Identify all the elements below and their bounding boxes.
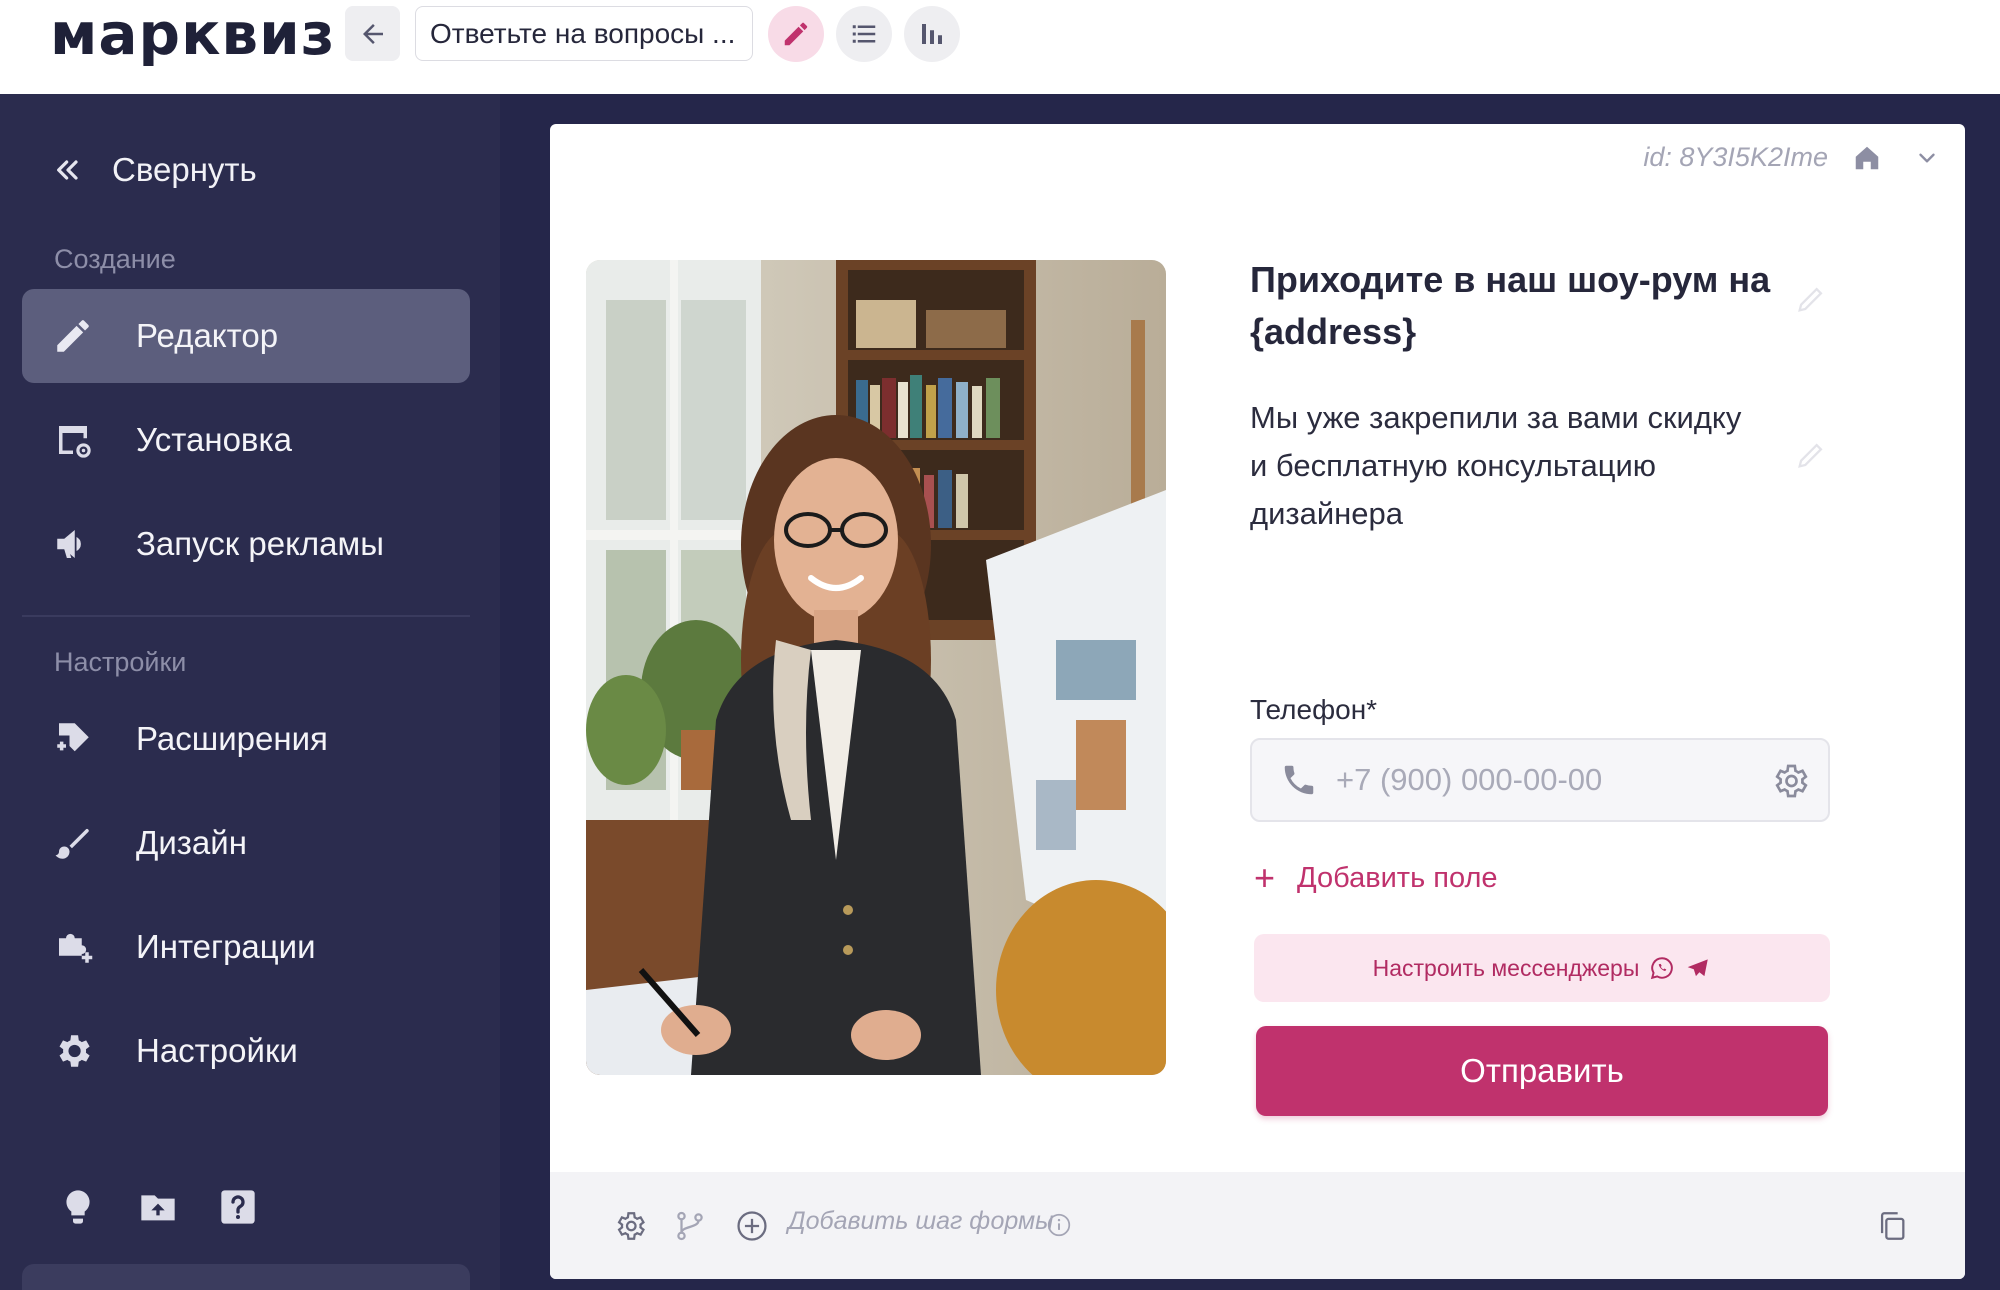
- tips-button[interactable]: [53, 1182, 103, 1232]
- phone-icon: [1284, 765, 1314, 795]
- gear-icon: [617, 1212, 645, 1240]
- add-form-step-label[interactable]: Добавить шаг формы: [788, 1207, 1054, 1236]
- collapse-sidebar-button[interactable]: Свернуть: [52, 142, 257, 198]
- form-title[interactable]: Приходите в наш шоу-рум на {address}: [1250, 254, 1810, 358]
- pencil-icon: [784, 22, 808, 46]
- edit-title-button[interactable]: [1792, 280, 1830, 318]
- sidebar-divider: [22, 615, 470, 617]
- megaphone-icon: [57, 530, 81, 558]
- gear-icon: [59, 1035, 90, 1067]
- section-create-heading: Создание: [54, 244, 176, 274]
- home-icon: [1855, 146, 1879, 170]
- section-settings-heading: Настройки: [54, 647, 187, 677]
- statistics-button[interactable]: [904, 6, 960, 62]
- phone-label: Телефон*: [1250, 694, 1378, 725]
- phone-field[interactable]: [1250, 738, 1830, 822]
- sidebar-item-label: Установка: [136, 421, 292, 458]
- back-button[interactable]: [345, 6, 400, 61]
- sidebar-item-install[interactable]: Установка: [22, 393, 470, 487]
- sidebar-item-integrations[interactable]: Интеграции: [22, 900, 470, 994]
- plus-icon: +: [1254, 857, 1276, 898]
- sidebar-item-settings[interactable]: Настройки: [22, 1004, 470, 1098]
- upload-folder-button[interactable]: [133, 1182, 183, 1232]
- sidebar: Свернуть Создание Редактор Установка Зап…: [0, 94, 500, 1290]
- telegram-icon: [1688, 959, 1709, 977]
- sidebar-item-label: Редактор: [136, 317, 279, 354]
- help-icon: [221, 1190, 255, 1224]
- top-bar: марквиз Ответьте на вопросы ...: [0, 0, 2000, 94]
- add-form-step-button[interactable]: [732, 1206, 772, 1246]
- app-logo[interactable]: марквиз: [50, 2, 335, 66]
- setup-messengers-button[interactable]: Настроить мессенджеры: [1254, 934, 1830, 1002]
- brush-icon: [55, 829, 89, 859]
- help-button[interactable]: [213, 1182, 263, 1232]
- whatsapp-icon: [1651, 957, 1674, 980]
- info-icon[interactable]: [1044, 1210, 1074, 1240]
- sidebar-item-extensions[interactable]: Расширения: [22, 692, 470, 786]
- start-page-button[interactable]: [1847, 138, 1887, 178]
- editor-mode-button[interactable]: [768, 6, 824, 62]
- sidebar-item-editor[interactable]: Редактор: [22, 289, 470, 383]
- sidebar-item-design[interactable]: Дизайн: [22, 796, 470, 890]
- step-id: id: 8Y3I5K2Ime: [1643, 142, 1828, 172]
- add-field-button[interactable]: + Добавить поле: [1254, 860, 1498, 896]
- setup-messengers-label: Настроить мессенджеры: [1372, 954, 1640, 981]
- sidebar-item-label: Расширения: [136, 720, 328, 757]
- add-field-label: Добавить поле: [1297, 861, 1498, 894]
- form-step-card: id: 8Y3I5K2Ime Приходите в наш шоу-рум н…: [550, 124, 1965, 1279]
- card-footer: Добавить шаг формы: [550, 1172, 1965, 1279]
- branch-icon: [677, 1211, 703, 1241]
- lightbulb-icon: [66, 1190, 90, 1224]
- sidebar-item-label: Дизайн: [136, 824, 247, 861]
- bar-chart-icon: [922, 24, 942, 44]
- sidebar-item-label: Настройки: [136, 1032, 298, 1069]
- submit-label: Отправить: [1460, 1052, 1624, 1089]
- arrow-left-icon: [362, 23, 383, 44]
- phone-field-settings-button[interactable]: [1770, 761, 1810, 801]
- expand-card-button[interactable]: [1907, 138, 1947, 178]
- quiz-title-field[interactable]: Ответьте на вопросы ...: [415, 6, 753, 61]
- folder-upload-icon: [141, 1195, 175, 1221]
- branching-logic-button[interactable]: [670, 1206, 710, 1246]
- form-description[interactable]: Мы уже закрепили за вами скидку и беспла…: [1250, 394, 1750, 538]
- designer-photo[interactable]: [586, 260, 1166, 1075]
- collapse-label: Свернуть: [112, 151, 257, 188]
- sidebar-bottom-panel[interactable]: [22, 1264, 470, 1290]
- tag-plus-icon: [57, 723, 89, 752]
- sidebar-item-label: Интеграции: [136, 928, 316, 965]
- edit-description-button[interactable]: [1792, 436, 1830, 474]
- double-chevron-left-icon: [57, 160, 78, 180]
- add-circle-icon: [737, 1211, 767, 1241]
- submit-button[interactable]: Отправить: [1256, 1026, 1828, 1116]
- designer-photo-illustration: [586, 260, 1166, 1075]
- sidebar-item-label: Запуск рекламы: [136, 525, 384, 562]
- pencil-icon: [1798, 287, 1823, 312]
- gear-icon: [1775, 764, 1808, 798]
- phone-input[interactable]: [1336, 762, 1736, 798]
- pencil-icon: [57, 320, 89, 352]
- pencil-icon: [1798, 443, 1823, 468]
- list-view-button[interactable]: [836, 6, 892, 62]
- step-settings-button[interactable]: [610, 1206, 650, 1246]
- chevron-down-icon: [1919, 153, 1935, 163]
- info-icon: [1047, 1213, 1071, 1237]
- list-icon: [852, 25, 876, 43]
- copy-icon: [1880, 1212, 1905, 1240]
- sidebar-item-ads[interactable]: Запуск рекламы: [22, 497, 470, 591]
- install-icon: [59, 426, 91, 458]
- duplicate-step-button[interactable]: [1872, 1206, 1912, 1246]
- puzzle-icon: [59, 933, 93, 963]
